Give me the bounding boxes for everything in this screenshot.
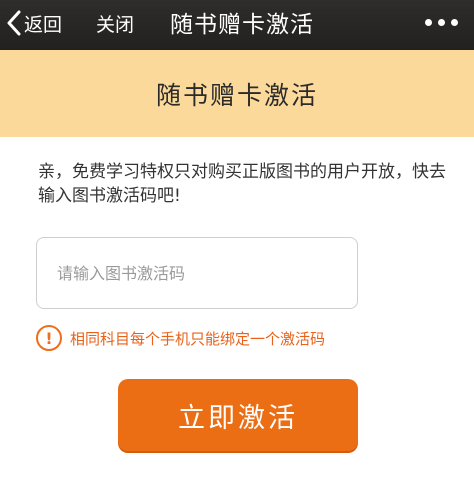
top-navigation-bar: 返回 关闭 随书赠卡激活 xyxy=(0,0,474,50)
more-dot xyxy=(425,18,432,26)
banner-title: 随书赠卡激活 xyxy=(155,80,318,110)
activation-code-input[interactable] xyxy=(57,253,357,293)
header-banner: 随书赠卡激活 xyxy=(0,50,474,137)
intro-text: 亲，免费学习特权只对购买正版图书的用户开放，快去输入图书激活码吧! xyxy=(38,162,446,206)
warning-icon: ! xyxy=(36,325,62,351)
notice: ! 相同科目每个手机只能绑定一个激活码 xyxy=(36,323,325,353)
activate-button[interactable]: 立即激活 xyxy=(118,379,358,451)
chevron-left-icon xyxy=(6,10,22,36)
back-label: 返回 xyxy=(24,13,63,36)
close-button[interactable]: 关闭 xyxy=(96,6,134,40)
page-title: 随书赠卡激活 xyxy=(170,12,314,38)
notice-text: 相同科目每个手机只能绑定一个激活码 xyxy=(70,329,326,348)
activation-code-field[interactable] xyxy=(36,237,358,309)
more-dots-icon[interactable] xyxy=(425,12,458,32)
back-button[interactable]: 返回 xyxy=(6,6,62,40)
more-dot xyxy=(451,18,458,26)
more-dot xyxy=(438,18,445,26)
